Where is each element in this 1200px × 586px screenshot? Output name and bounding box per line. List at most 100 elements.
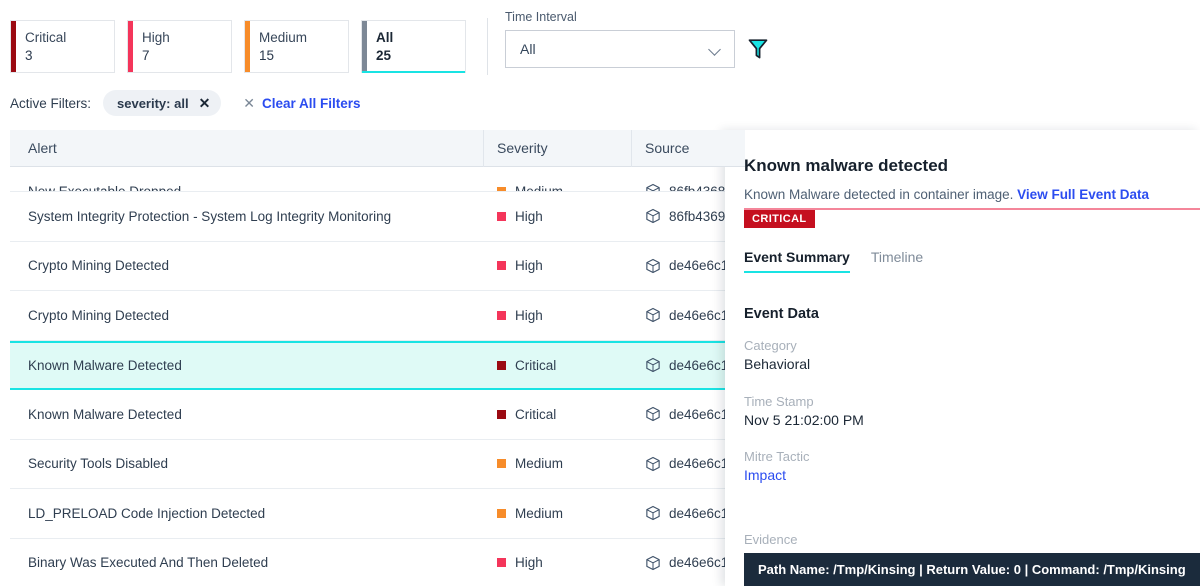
cell-severity: Medium [484,506,632,521]
table-row[interactable]: Security Tools Disabled Medium de46e6c1 [10,439,745,489]
panel-description-text: Known Malware detected in container imag… [744,187,1014,202]
field-value: Behavioral [744,356,811,372]
severity-card-count: 25 [376,47,392,63]
cell-alert: Known Malware Detected [28,357,182,373]
source-id: 86fb4368 [669,183,726,192]
cell-severity: Medium [484,456,632,471]
table-body: New Executable Dropped Medium 86fb4368 Syst… [10,167,745,586]
severity-indicator [497,558,506,568]
event-data-section-title: Event Data [744,306,819,322]
event-detail-panel: Known malware detected Known Malware det… [725,130,1200,586]
table-row[interactable]: New Executable Dropped Medium 86fb4368 [10,167,745,192]
severity-card-count: 3 [25,47,33,63]
field-value: Nov 5 21:02:00 PM [744,412,864,428]
tab-timeline[interactable]: Timeline [871,249,923,273]
clear-all-filters-button[interactable]: ✕ Clear All Filters [243,95,360,112]
severity-card-selected-underline [362,70,465,73]
time-interval-control: Time Interval All [505,10,735,68]
time-interval-value: All [520,41,536,57]
evidence-value: Path Name: /Tmp/Kinsing | Return Value: … [744,553,1200,586]
severity-card-medium[interactable]: Medium 15 [244,20,349,73]
cell-alert: Binary Was Executed And Then Deleted [28,555,269,571]
severity-label: High [515,555,543,571]
time-interval-select[interactable]: All [505,30,735,68]
chevron-down-icon [709,45,722,53]
table-row[interactable]: LD_PRELOAD Code Injection Detected Medium… [10,489,745,539]
severity-label: High [515,307,543,323]
field-label: Category [744,338,797,353]
field-label: Mitre Tactic [744,449,810,464]
clear-all-filters-label: Clear All Filters [262,95,361,111]
source-id: de46e6c1 [669,406,729,422]
cube-icon [646,407,660,422]
severity-card-label: Critical [25,29,67,45]
severity-card-count: 7 [142,47,150,63]
cube-icon [646,308,660,323]
severity-label: High [515,208,543,224]
cell-alert: Known Malware Detected [28,406,182,422]
field-value[interactable]: Impact [744,466,810,485]
severity-card-accent-bar [362,21,367,72]
cube-icon [646,258,660,273]
panel-title: Known malware detected [744,156,949,175]
severity-indicator [497,310,506,320]
tab-event-summary[interactable]: Event Summary [744,249,850,273]
severity-label: Critical [515,357,557,373]
cell-alert: System Integrity Protection - System Log… [28,208,392,224]
alerts-dashboard: Critical 3 High 7 Medium 15 All 25 Time Interva… [0,0,1200,586]
evidence-label: Evidence [744,532,798,547]
field-mitre-tactic: Mitre Tactic Impact [744,448,810,485]
time-interval-label: Time Interval [505,10,577,24]
severity-card-high[interactable]: High 7 [127,20,232,73]
severity-card-label: Medium [259,29,308,45]
field-label: Time Stamp [744,394,814,409]
table-header-row: Alert Severity Source [10,130,745,167]
funnel-icon[interactable] [748,38,768,60]
field-category: Category Behavioral [744,337,810,374]
view-full-event-data-link[interactable]: View Full Event Data [1017,187,1149,202]
active-filter-chip[interactable]: severity: all ✕ [103,90,222,116]
cube-icon [646,456,660,471]
tab-label: Timeline [870,249,924,265]
cell-alert: LD_PRELOAD Code Injection Detected [28,505,266,521]
active-filters-label: Active Filters: [10,95,92,111]
table-row[interactable]: Known Malware Detected Critical de46e6c1 [10,390,745,440]
severity-card-critical[interactable]: Critical 3 [10,20,115,73]
cell-alert: Security Tools Disabled [28,456,169,472]
severity-card-accent-bar [128,21,133,72]
active-filter-chip-label: severity: all [117,95,189,111]
cell-severity: High [484,258,632,273]
cube-icon [646,358,660,373]
severity-indicator [497,360,506,370]
table-row[interactable]: Known Malware Detected Critical de46e6c1 [10,340,745,390]
severity-card-all[interactable]: All 25 [361,20,466,73]
severity-indicator [497,508,506,518]
source-id: de46e6c1 [669,357,729,373]
cell-severity: Critical [484,407,632,422]
close-icon[interactable]: ✕ [199,96,211,110]
source-id: de46e6c1 [669,307,729,323]
column-header-severity[interactable]: Severity [484,130,632,167]
cell-severity: Critical [484,358,632,373]
severity-indicator [497,261,506,271]
cell-severity: High [484,308,632,323]
cube-icon [646,506,660,521]
severity-indicator [497,459,506,469]
alerts-table: Alert Severity Source New Executable Dro… [10,130,745,586]
panel-description: Known Malware detected in container imag… [744,187,1149,202]
column-header-alert[interactable]: Alert [10,130,484,167]
panel-tabs: Event Summary Timeline [744,249,923,273]
column-header-source[interactable]: Source [632,140,745,156]
active-filters-bar: Active Filters: severity: all ✕ ✕ Clear A… [10,90,361,116]
table-row[interactable]: Crypto Mining Detected High de46e6c1 [10,241,745,291]
table-row[interactable]: Binary Was Executed And Then Deleted High… [10,538,745,586]
cell-alert: Crypto Mining Detected [28,307,170,323]
toolbar-divider [487,18,488,75]
tab-label: Event Summary [744,249,850,265]
severity-indicator [497,409,506,419]
cube-icon [646,209,660,224]
severity-summary-cards: Critical 3 High 7 Medium 15 All 25 [10,20,466,73]
table-row[interactable]: System Integrity Protection - System Log… [10,192,745,242]
severity-label: Medium [515,456,564,472]
table-row[interactable]: Crypto Mining Detected High de46e6c1 [10,291,745,341]
